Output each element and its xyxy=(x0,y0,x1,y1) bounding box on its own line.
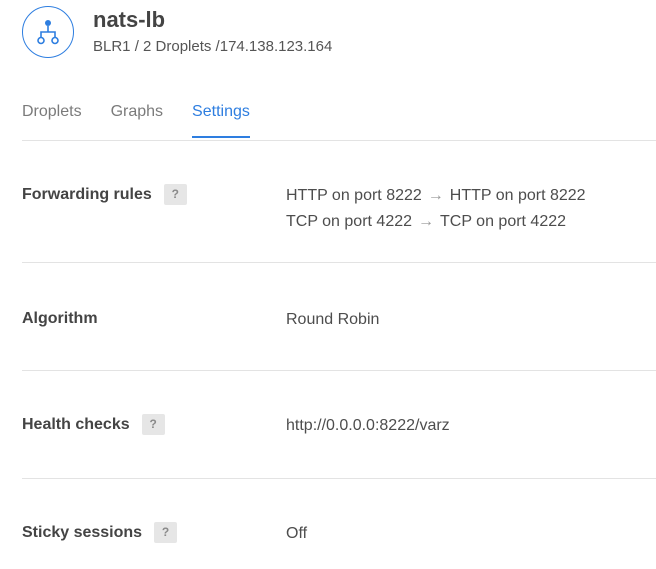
health-checks-row: Health checks ? http://0.0.0.0:8222/varz xyxy=(22,413,656,439)
tab-graphs[interactable]: Graphs xyxy=(111,100,163,138)
forwarding-rules-label-group: Forwarding rules ? xyxy=(22,183,286,235)
forwarding-rules-help-icon[interactable]: ? xyxy=(163,184,187,205)
load-balancer-icon xyxy=(22,6,74,58)
tabs-divider xyxy=(22,140,656,141)
title-block: nats-lb BLR1 / 2 Droplets /174.138.123.1… xyxy=(93,6,333,56)
page-subtitle: BLR1 / 2 Droplets /174.138.123.164 xyxy=(93,37,333,55)
sticky-sessions-label-group: Sticky sessions ? xyxy=(22,521,286,547)
sticky-sessions-label: Sticky sessions xyxy=(22,524,143,541)
row-divider xyxy=(22,370,656,371)
rule-to: TCP on port 4222 xyxy=(440,213,567,230)
tab-bar: Droplets Graphs Settings xyxy=(22,100,279,138)
page-title: nats-lb xyxy=(93,6,166,32)
tab-droplets[interactable]: Droplets xyxy=(22,100,82,138)
health-checks-label-group: Health checks ? xyxy=(22,413,286,439)
algorithm-label-group: Algorithm xyxy=(22,307,286,333)
forwarding-rule: HTTP on port 8222 → HTTP on port 8222 xyxy=(286,183,586,209)
rule-to: HTTP on port 8222 xyxy=(449,187,586,204)
health-checks-label: Health checks xyxy=(22,416,130,433)
forwarding-rules-label: Forwarding rules xyxy=(22,186,152,203)
sticky-sessions-help-icon[interactable]: ? xyxy=(154,522,178,543)
health-checks-value: http://0.0.0.0:8222/varz xyxy=(286,417,450,434)
sticky-sessions-value: Off xyxy=(286,525,308,542)
health-checks-help-icon[interactable]: ? xyxy=(141,414,165,435)
algorithm-label: Algorithm xyxy=(22,310,98,327)
arrow-right-icon: → xyxy=(418,213,435,230)
page-header: nats-lb BLR1 / 2 Droplets /174.138.123.1… xyxy=(22,4,332,60)
forwarding-rules-value: HTTP on port 8222 → HTTP on port 8222 TCP … xyxy=(286,183,586,235)
sticky-sessions-row: Sticky sessions ? Off xyxy=(22,521,656,547)
algorithm-row: Algorithm Round Robin xyxy=(22,307,656,333)
rule-from: TCP on port 4222 xyxy=(286,213,413,230)
forwarding-rule: TCP on port 4222 → TCP on port 4222 xyxy=(286,209,586,235)
algorithm-value: Round Robin xyxy=(286,311,380,328)
row-divider xyxy=(22,478,656,479)
arrow-right-icon: → xyxy=(427,187,444,204)
row-divider xyxy=(22,262,656,263)
forwarding-rules-row: Forwarding rules ? HTTP on port 8222 → HTT… xyxy=(22,183,656,235)
tab-settings[interactable]: Settings xyxy=(192,100,250,138)
rule-from: HTTP on port 8222 xyxy=(286,187,422,204)
